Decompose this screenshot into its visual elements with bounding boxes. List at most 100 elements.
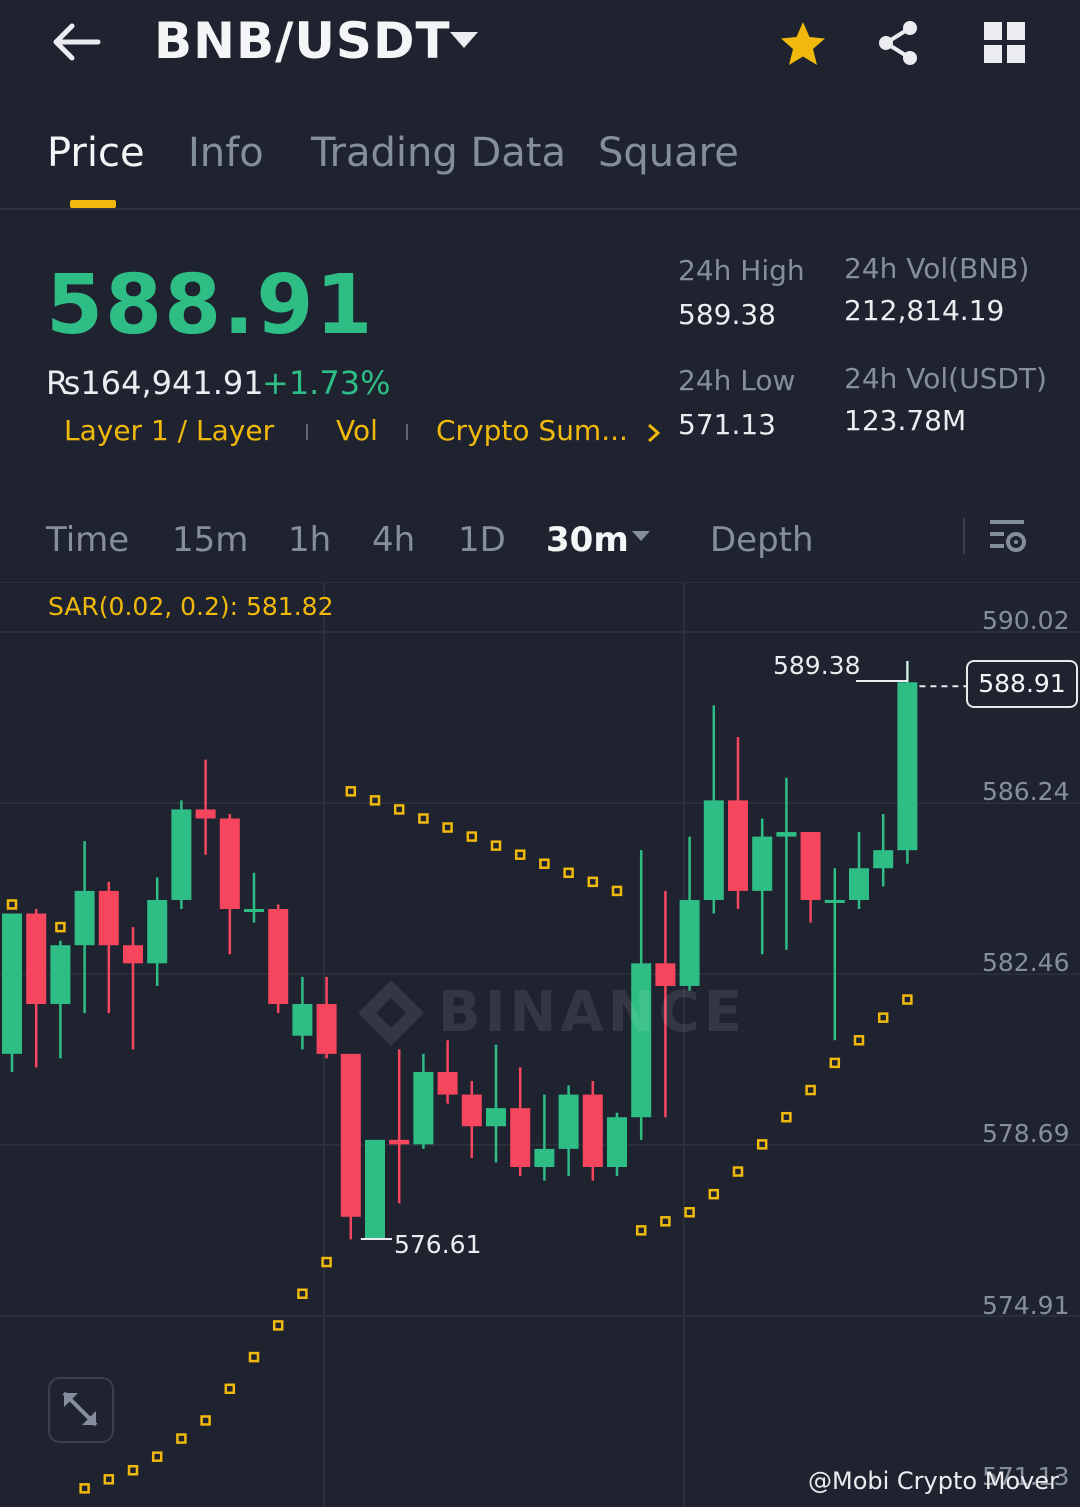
candle-body [679, 899, 700, 986]
last-price: 588.91 [46, 258, 375, 353]
candle-body [776, 832, 797, 837]
sar-dot [393, 804, 405, 815]
sar-dot [272, 1320, 284, 1331]
current-price-tag: 588.91 [966, 660, 1078, 708]
interval-4h[interactable]: 4h [372, 520, 415, 560]
chart-settings-icon[interactable] [986, 516, 1030, 560]
candle-body [26, 913, 47, 1005]
candle-body [437, 1071, 458, 1095]
sar-dot [321, 1256, 332, 1268]
candle-body [510, 1108, 531, 1167]
candle-body [195, 809, 216, 819]
candle-body [413, 1071, 434, 1145]
candle-body [74, 890, 95, 946]
share-icon[interactable] [872, 16, 926, 70]
sar-dot [539, 858, 550, 869]
sar-dot [660, 1216, 671, 1227]
stat-24h-high-value: 589.38 [678, 298, 776, 331]
stat-24h-vol-bnb-label: 24h Vol(BNB) [844, 252, 1030, 285]
candle-body [607, 1117, 627, 1167]
tag-divider [406, 424, 408, 440]
interval-30m[interactable]: 30m [546, 520, 629, 560]
interval-bar: Time 15m 1h 4h 1D 30m Depth [0, 510, 1080, 580]
sar-dot [176, 1433, 187, 1444]
sar-dot [6, 899, 18, 910]
stat-24h-vol-usdt-value: 123.78M [844, 404, 967, 437]
interval-depth[interactable]: Depth [710, 520, 814, 560]
sar-dot [877, 1012, 889, 1023]
sar-dot [853, 1035, 865, 1046]
tag-layer[interactable]: Layer 1 / Layer [64, 414, 274, 447]
sar-dot [563, 867, 574, 879]
sar-dot [732, 1166, 744, 1177]
tag-crypto-sum[interactable]: Crypto Sum... [436, 414, 628, 447]
candle-body [389, 1139, 410, 1145]
candle-body [558, 1094, 579, 1149]
watermark-credit: @Mobi Crypto Mover [808, 1467, 1059, 1495]
y-axis-label: 586.24 [982, 777, 1070, 806]
sar-dot [345, 786, 357, 797]
stat-24h-high-label: 24h High [678, 254, 805, 287]
top-bar: BNB/USDT [0, 0, 1080, 90]
candle-body [2, 913, 22, 1054]
sar-dot [442, 822, 453, 833]
tab-square[interactable]: Square [598, 130, 739, 176]
sar-indicator-label[interactable]: SAR(0.02, 0.2): 581.82 [48, 592, 333, 621]
candle-body [897, 682, 918, 851]
interval-divider [963, 518, 965, 554]
sar-dot [902, 994, 913, 1005]
chevron-right-icon[interactable] [646, 422, 662, 444]
fiat-price: ₨164,941.91 [46, 364, 264, 402]
candle-body [244, 909, 264, 913]
sar-dot [79, 1483, 90, 1494]
active-tab-indicator [70, 200, 116, 208]
sar-dot [151, 1451, 163, 1462]
tab-info[interactable]: Info [188, 130, 264, 176]
candle-body [703, 800, 724, 900]
stat-24h-low-label: 24h Low [678, 364, 796, 397]
y-axis-label: 582.46 [982, 948, 1070, 977]
caret-down-icon[interactable] [446, 26, 482, 56]
sar-dot [829, 1057, 841, 1069]
candle-body [582, 1094, 603, 1167]
interval-1d[interactable]: 1D [458, 520, 506, 560]
interval-15m[interactable]: 15m [172, 520, 248, 560]
interval-1h[interactable]: 1h [288, 520, 331, 560]
tab-price[interactable]: Price [47, 130, 145, 176]
sar-dot [514, 849, 526, 860]
stat-24h-low-value: 571.13 [678, 408, 776, 441]
watermark-text: BINANCE [438, 980, 746, 1045]
stat-24h-vol-usdt-label: 24h Vol(USDT) [844, 362, 1047, 395]
sar-dot [55, 921, 66, 933]
arrow-left-icon[interactable] [46, 18, 106, 66]
tag-vol[interactable]: Vol [336, 414, 378, 447]
candle-body [800, 832, 821, 900]
sar-dot [466, 831, 478, 842]
candle-body [98, 890, 119, 946]
y-axis-label: 590.02 [982, 606, 1070, 635]
candle-body [461, 1094, 482, 1127]
candle-body [873, 850, 894, 869]
price-change-percent: +1.73% [262, 364, 391, 402]
sar-dot [200, 1415, 211, 1426]
star-icon[interactable] [776, 18, 830, 72]
sar-dot [248, 1351, 260, 1363]
caret-down-icon[interactable] [630, 528, 652, 542]
candle-body [292, 1004, 313, 1036]
sar-dot [224, 1383, 236, 1395]
candle-body [849, 868, 869, 900]
sar-dot [781, 1111, 792, 1123]
grid-icon[interactable] [980, 18, 1030, 68]
candle-body [340, 1053, 361, 1217]
main-tabs: Price Info Trading Data Square [0, 110, 1080, 210]
low-price-marker: 576.61 [394, 1230, 482, 1259]
y-axis-label: 578.69 [982, 1119, 1070, 1148]
interval-time[interactable]: Time [46, 520, 129, 560]
pair-title[interactable]: BNB/USDT [154, 12, 451, 70]
candle-body [123, 945, 143, 964]
expand-chart-icon[interactable] [48, 1377, 114, 1443]
sar-dot [297, 1288, 308, 1299]
sar-dot [490, 840, 502, 851]
tab-trading-data[interactable]: Trading Data [311, 130, 566, 176]
candle-body [486, 1108, 506, 1127]
